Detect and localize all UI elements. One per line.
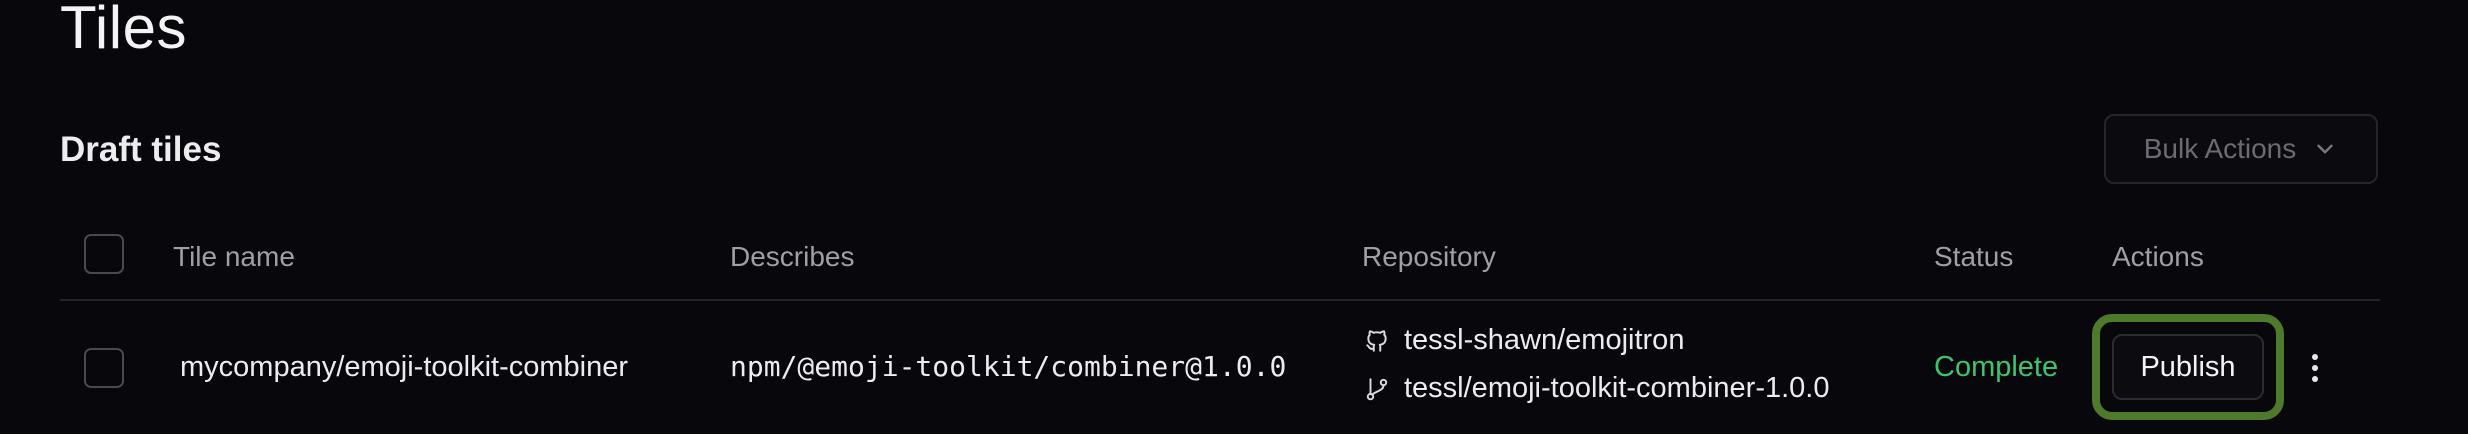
repository-link[interactable]: tessl-shawn/emojitron <box>1364 324 1684 357</box>
repository-name: tessl-shawn/emojitron <box>1404 324 1685 356</box>
chevron-down-icon <box>2317 144 2333 154</box>
tiles-page: Tiles Draft tiles Bulk Actions Tile name… <box>0 0 2468 434</box>
more-vertical-icon <box>2312 354 2318 382</box>
table-row: mycompany/emoji-toolkit-combiner npm/@em… <box>60 300 2380 434</box>
column-header-status: Status <box>1934 241 2014 272</box>
tile-name-cell[interactable]: mycompany/emoji-toolkit-combiner <box>180 348 628 386</box>
github-icon <box>1366 329 1387 352</box>
row-select-checkbox[interactable] <box>84 348 124 388</box>
bulk-actions-label: Bulk Actions <box>2143 133 2297 164</box>
column-header-tile-name: Tile name <box>173 241 295 272</box>
describes-cell: npm/@emoji-toolkit/combiner@1.0.0 <box>730 350 1287 383</box>
column-header-actions: Actions <box>2112 241 2204 272</box>
branch-link[interactable]: tessl/emoji-toolkit-combiner-1.0.0 <box>1364 372 1829 405</box>
git-branch-icon <box>1366 377 1388 400</box>
bulk-actions-dropdown[interactable]: Bulk Actions <box>2104 114 2378 184</box>
column-header-repository: Repository <box>1362 241 1496 272</box>
branch-name: tessl/emoji-toolkit-combiner-1.0.0 <box>1404 372 1830 404</box>
page-title: Tiles <box>60 0 187 61</box>
status-badge: Complete <box>1934 351 2059 383</box>
column-header-describes: Describes <box>730 241 855 272</box>
section-title-draft-tiles: Draft tiles <box>60 130 222 169</box>
publish-button[interactable]: Publish <box>2112 334 2264 400</box>
row-more-actions-button[interactable] <box>2300 348 2330 388</box>
table-header-row: Tile name Describes Repository Status Ac… <box>60 225 2380 301</box>
select-all-checkbox[interactable] <box>84 234 124 274</box>
